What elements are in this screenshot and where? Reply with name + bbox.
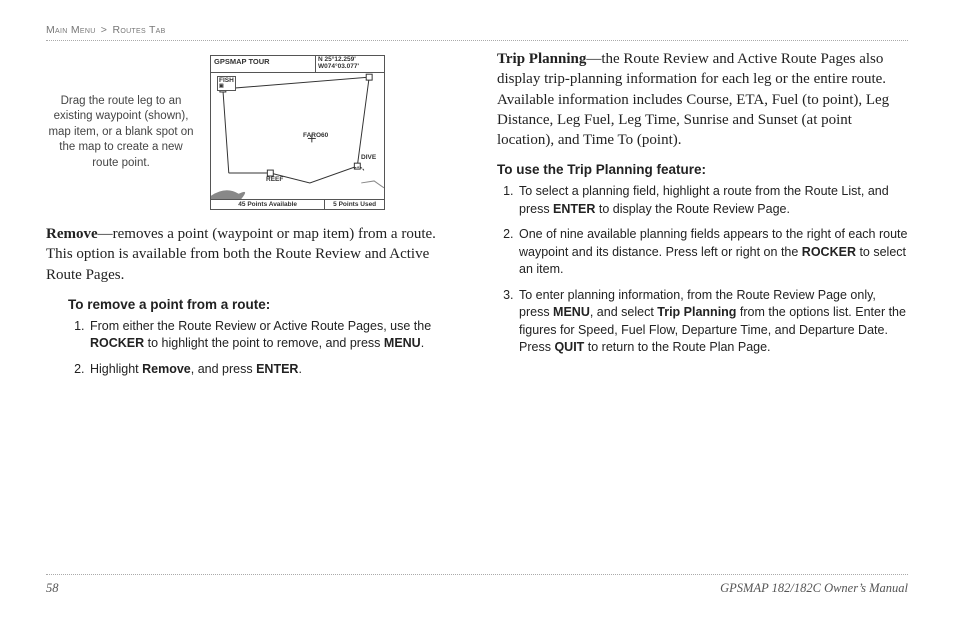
trip-steps: To select a planning field, highlight a …: [497, 183, 908, 357]
trip-lead: Trip Planning: [497, 51, 586, 67]
figure-row: Drag the route leg to an existing waypoi…: [46, 55, 457, 210]
right-column: Trip Planning—the Route Review and Activ…: [497, 49, 908, 549]
page-footer: 58 GPSMAP 182/182C Owner’s Manual: [46, 574, 908, 596]
wp-reef: REEF: [266, 176, 283, 183]
list-item: To select a planning field, highlight a …: [517, 183, 908, 218]
gps-status-left: 45 Points Available: [211, 200, 325, 209]
trip-paragraph: Trip Planning—the Route Review and Activ…: [497, 49, 908, 150]
breadcrumb: Main Menu > Routes Tab: [46, 24, 908, 41]
gps-status-right: 5 Points Used: [325, 200, 384, 209]
wp-fish: FISH▣: [217, 76, 236, 91]
breadcrumb-sep: >: [101, 24, 107, 36]
list-item: To enter planning information, from the …: [517, 287, 908, 357]
page-number: 58: [46, 581, 59, 596]
gps-statusbar: 45 Points Available 5 Points Used: [211, 199, 384, 209]
book-title: GPSMAP 182/182C Owner’s Manual: [720, 581, 908, 596]
wp-dive: DIVE: [361, 154, 376, 161]
remove-lead: Remove: [46, 226, 98, 242]
remove-paragraph: Remove—removes a point (waypoint or map …: [46, 224, 457, 285]
wp-faro: FARO60: [303, 132, 328, 139]
list-item: From either the Route Review or Active R…: [88, 318, 457, 353]
left-column: Drag the route leg to an existing waypoi…: [46, 49, 457, 549]
breadcrumb-sub: Routes Tab: [112, 24, 165, 36]
gps-screenshot: GPSMAP TOUR N 25°12.259' W074°03.077': [210, 55, 385, 210]
remove-steps: From either the Route Review or Active R…: [68, 318, 457, 379]
list-item: One of nine available planning fields ap…: [517, 226, 908, 279]
remove-subhead: To remove a point from a route:: [68, 297, 457, 312]
page: Main Menu > Routes Tab Drag the route le…: [0, 0, 954, 618]
list-item: Highlight Remove, and press ENTER.: [88, 361, 457, 379]
remove-body: —removes a point (waypoint or map item) …: [46, 226, 436, 283]
breadcrumb-main: Main Menu: [46, 24, 96, 36]
gps-map-area: FISH▣ FARO60 DIVE REEF: [211, 68, 384, 199]
figure-caption: Drag the route leg to an existing waypoi…: [46, 94, 196, 172]
content-columns: Drag the route leg to an existing waypoi…: [46, 49, 908, 549]
trip-subhead: To use the Trip Planning feature:: [497, 162, 908, 177]
